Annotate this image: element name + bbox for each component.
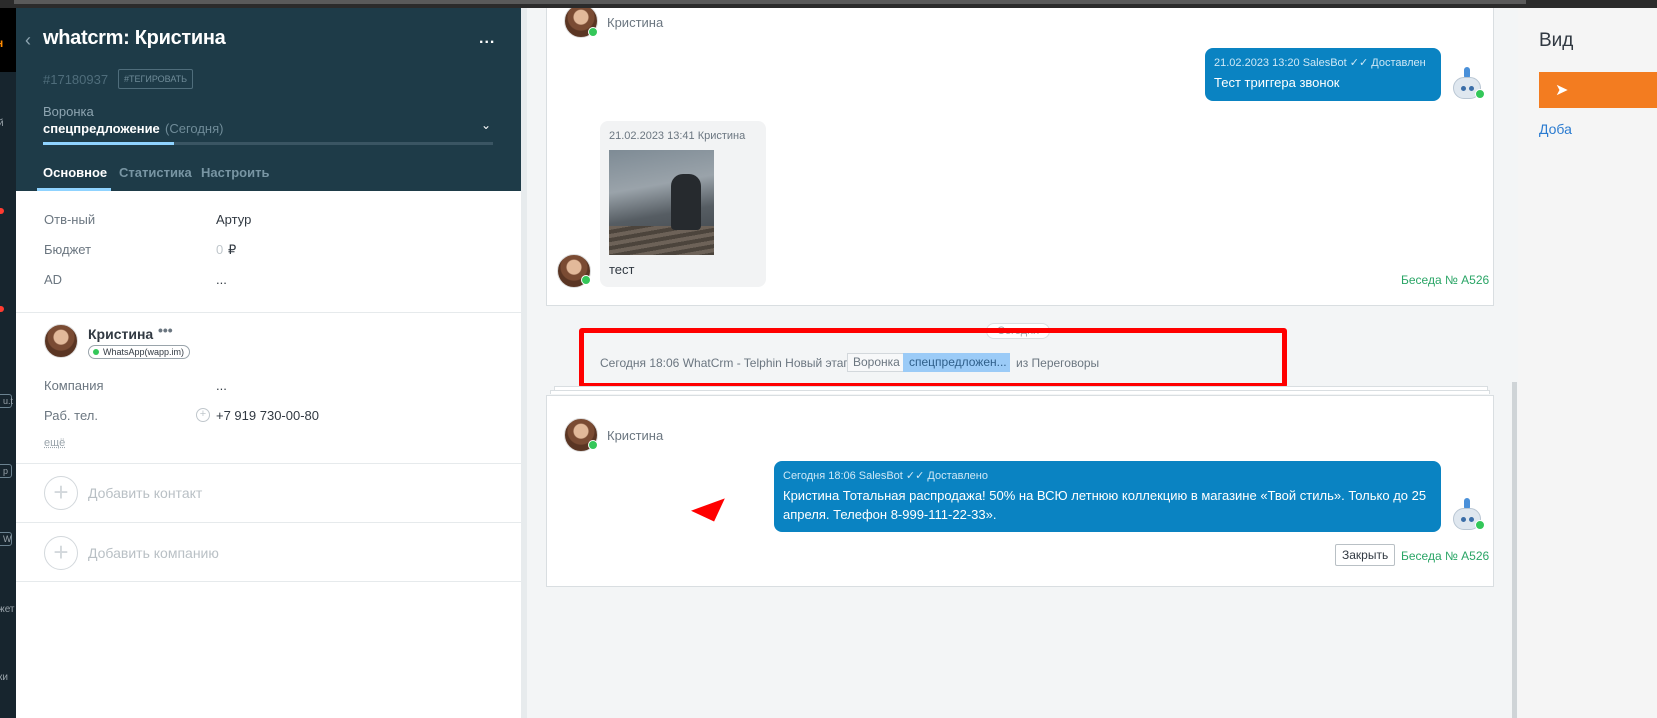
field-value-work-phone[interactable]: +7 919 730-00-80 bbox=[216, 408, 319, 423]
add-contact-label[interactable]: Добавить контакт bbox=[88, 485, 202, 501]
notification-dot bbox=[0, 208, 4, 214]
active-tab-indicator bbox=[37, 188, 111, 191]
contact-more-icon[interactable]: ••• bbox=[158, 322, 173, 338]
chat-block: Кристина Сегодня 18:06 SalesBot ✓✓ Доста… bbox=[546, 395, 1494, 587]
conversation-link[interactable]: Беседа № A526 bbox=[1401, 273, 1489, 287]
add-phone-icon[interactable]: + bbox=[196, 408, 210, 422]
double-check-icon: ✓✓ bbox=[1349, 57, 1369, 69]
pipeline-progress bbox=[43, 142, 493, 145]
lead-card: ‹ whatcrm: Кристина ... #17180937 #ТЕГИР… bbox=[16, 8, 521, 718]
pipeline-stage-date: (Сегодня) bbox=[165, 121, 224, 136]
app-root: н й u.t p W жет ки ‹ whatcrm: Кристина .… bbox=[0, 0, 1657, 718]
field-label-responsible: Отв-ный bbox=[44, 212, 96, 227]
field-label-company: Компания bbox=[44, 378, 104, 393]
outgoing-message: Сегодня 18:06 SalesBot ✓✓ Доставлено Кри… bbox=[774, 461, 1441, 532]
stack-edge bbox=[550, 390, 1490, 394]
lead-header: ‹ whatcrm: Кристина ... #17180937 #ТЕГИР… bbox=[16, 8, 521, 191]
message-photo[interactable] bbox=[609, 150, 714, 255]
field-value-ad[interactable]: ... bbox=[216, 272, 227, 287]
add-link[interactable]: Доба bbox=[1539, 121, 1572, 137]
field-label-ad: AD bbox=[44, 272, 63, 287]
logo: н bbox=[0, 8, 16, 72]
outgoing-message: 21.02.2023 13:20 SalesBot ✓✓ Доставлен Т… bbox=[1205, 48, 1441, 101]
panel-title: Вид bbox=[1539, 30, 1574, 51]
message-text: тест bbox=[609, 262, 635, 277]
whatsapp-icon bbox=[1475, 520, 1485, 530]
field-value-company[interactable]: ... bbox=[216, 378, 227, 393]
tab-settings[interactable]: Настроить bbox=[201, 165, 269, 180]
whatsapp-icon bbox=[588, 27, 598, 37]
divider bbox=[16, 581, 521, 582]
scrollbar[interactable] bbox=[1512, 382, 1517, 718]
nav-fragment[interactable]: u.t bbox=[0, 394, 13, 408]
whatsapp-badge: WhatsApp(wapp.im) bbox=[88, 345, 191, 359]
contact-name[interactable]: Кристина bbox=[88, 326, 153, 342]
client-name: Кристина bbox=[607, 15, 664, 30]
chevron-left-icon[interactable]: ‹ bbox=[25, 31, 31, 49]
nav-fragment[interactable]: й bbox=[0, 118, 4, 129]
feed-divider bbox=[521, 8, 527, 718]
tag-button[interactable]: #ТЕГИРОВАТЬ bbox=[118, 69, 194, 89]
field-value-budget[interactable]: 0 bbox=[216, 242, 223, 257]
pipeline-label: Воронка bbox=[43, 104, 94, 119]
tab-main[interactable]: Основное bbox=[43, 165, 107, 180]
message-meta: 21.02.2023 13:20 SalesBot bbox=[1214, 57, 1347, 69]
pipeline-stage[interactable]: спецпредложение bbox=[43, 121, 160, 136]
chat-block: Кристина 21.02.2023 13:20 SalesBot ✓✓ До… bbox=[546, 8, 1494, 306]
send-button[interactable]: ➤ bbox=[1539, 72, 1657, 108]
divider bbox=[16, 463, 521, 464]
incoming-message: 21.02.2023 13:41 Кристина тест bbox=[600, 121, 766, 287]
send-icon: ➤ bbox=[1555, 82, 1569, 99]
nav-fragment[interactable]: W bbox=[0, 532, 12, 546]
nav-fragment[interactable]: p bbox=[0, 464, 12, 478]
browser-top-strip bbox=[0, 0, 1657, 8]
lead-id: #17180937 bbox=[43, 72, 109, 87]
contact-avatar[interactable] bbox=[44, 324, 78, 358]
delivery-status: Доставлен bbox=[1371, 57, 1426, 69]
close-button[interactable]: Закрыть bbox=[1335, 544, 1396, 566]
whatsapp-icon bbox=[1475, 89, 1485, 99]
message-meta: 21.02.2023 13:41 Кристина bbox=[609, 130, 746, 142]
lead-title[interactable]: whatcrm: Кристина bbox=[43, 27, 226, 50]
divider bbox=[16, 312, 521, 313]
whatsapp-icon bbox=[588, 440, 598, 450]
message-meta: Сегодня 18:06 SalesBot bbox=[783, 470, 903, 482]
left-nav: н й u.t p W жет ки bbox=[0, 8, 16, 718]
double-check-icon: ✓✓ bbox=[905, 470, 925, 482]
whatsapp-icon bbox=[581, 275, 591, 285]
divider bbox=[16, 522, 521, 523]
add-company-label[interactable]: Добавить компанию bbox=[88, 545, 219, 561]
nav-fragment[interactable]: жет bbox=[0, 604, 15, 615]
more-icon[interactable]: ... bbox=[479, 30, 495, 48]
plus-icon[interactable]: + bbox=[44, 536, 78, 570]
plus-icon[interactable]: + bbox=[44, 476, 78, 510]
field-label-budget: Бюджет bbox=[44, 242, 92, 257]
whatsapp-icon bbox=[93, 349, 99, 355]
more-fields-link[interactable]: ещё bbox=[44, 437, 65, 449]
tab-statistics[interactable]: Статистика bbox=[119, 165, 192, 180]
currency-symbol: ₽ bbox=[228, 242, 237, 257]
message-text: Кристина Тотальная распродажа! 50% на ВС… bbox=[783, 488, 1427, 522]
conversation-feed: Кристина 21.02.2023 13:20 SalesBot ✓✓ До… bbox=[521, 8, 1518, 718]
chevron-down-icon[interactable]: ⌄ bbox=[481, 118, 491, 132]
field-value-responsible[interactable]: Артур bbox=[216, 212, 251, 227]
conversation-link[interactable]: Беседа № A526 bbox=[1401, 549, 1489, 563]
nav-fragment[interactable]: ки bbox=[0, 672, 8, 683]
highlight-frame bbox=[579, 328, 1287, 388]
delivery-status: Доставлено bbox=[927, 470, 988, 482]
right-panel: Вид ➤ Доба bbox=[1518, 8, 1657, 718]
pipeline-progress-fill bbox=[43, 142, 174, 145]
message-text: Тест триггера звонок bbox=[1214, 75, 1340, 90]
field-label-work-phone: Раб. тел. bbox=[44, 408, 98, 423]
notification-dot bbox=[0, 306, 4, 312]
client-name: Кристина bbox=[607, 428, 664, 443]
